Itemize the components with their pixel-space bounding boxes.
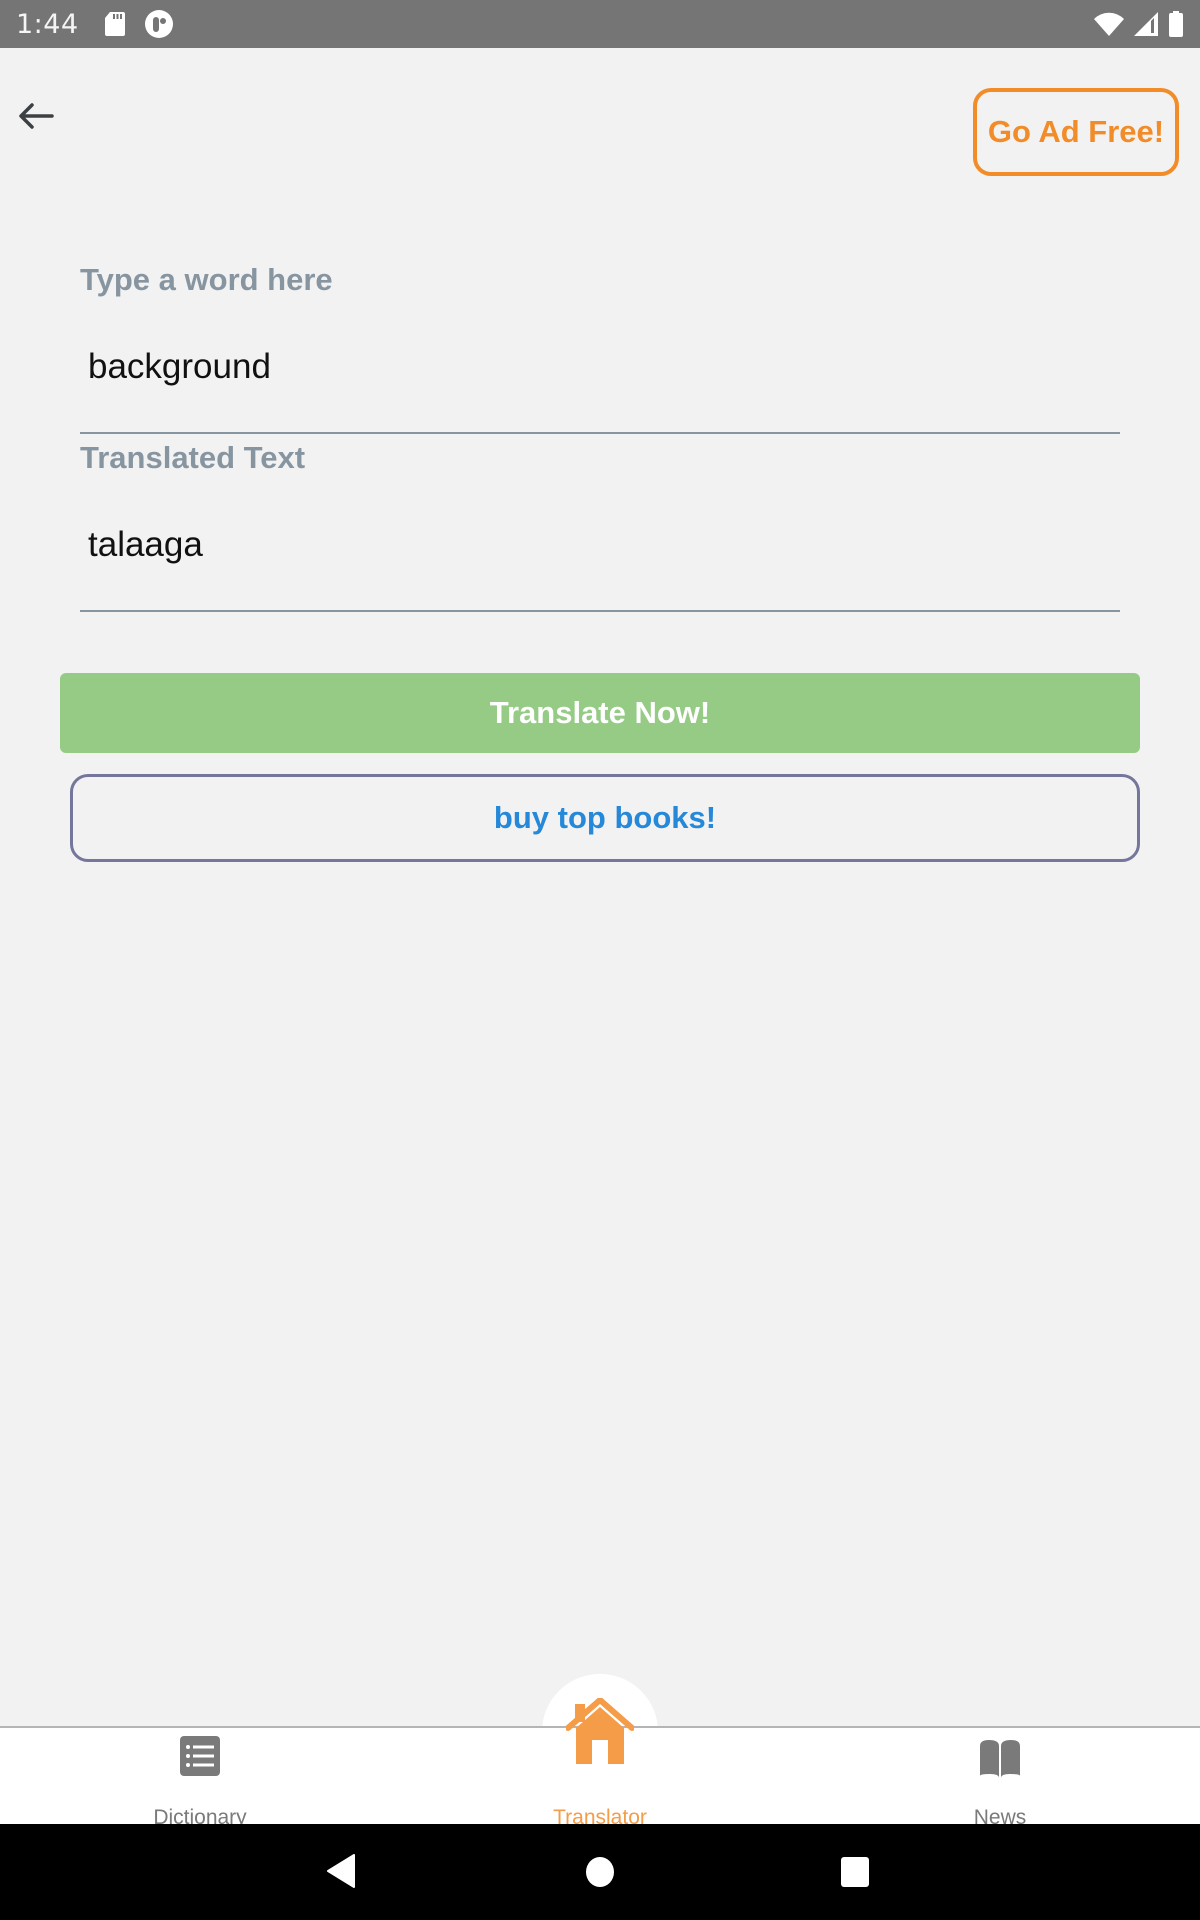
wifi-icon bbox=[1094, 12, 1124, 36]
sd-card-icon bbox=[104, 12, 125, 36]
word-input-underline bbox=[80, 432, 1120, 434]
nav-item-translator[interactable]: Translator bbox=[490, 1697, 710, 1829]
translate-now-button[interactable]: Translate Now! bbox=[60, 673, 1140, 753]
signal-icon bbox=[1134, 12, 1158, 36]
list-icon bbox=[180, 1736, 220, 1781]
back-button[interactable] bbox=[14, 96, 58, 140]
arrow-left-icon bbox=[18, 102, 54, 134]
app-notification-icon bbox=[144, 10, 173, 38]
recents-square-icon[interactable] bbox=[840, 1856, 870, 1893]
translated-text-field[interactable] bbox=[80, 500, 1120, 590]
battery-icon bbox=[1168, 11, 1184, 37]
buy-top-books-button[interactable]: buy top books! bbox=[70, 774, 1140, 862]
book-open-icon bbox=[980, 1740, 1020, 1783]
back-triangle-icon[interactable] bbox=[326, 1854, 356, 1893]
status-right-icons bbox=[1094, 11, 1184, 37]
status-bar: 1:44 bbox=[0, 0, 1200, 48]
home-circle-icon[interactable] bbox=[585, 1856, 615, 1893]
home-icon bbox=[565, 1697, 635, 1769]
nav-item-dictionary[interactable]: Dictionary bbox=[90, 1726, 310, 1829]
status-time: 1:44 bbox=[16, 8, 79, 40]
go-ad-free-button[interactable]: Go Ad Free! bbox=[973, 88, 1179, 176]
system-nav-bar bbox=[0, 1824, 1200, 1920]
translated-text-underline bbox=[80, 610, 1120, 612]
word-input-label: Type a word here bbox=[80, 262, 333, 297]
nav-item-news[interactable]: News bbox=[890, 1726, 1110, 1829]
status-left-icons bbox=[104, 10, 173, 38]
word-input[interactable] bbox=[80, 322, 1120, 412]
translated-text-label: Translated Text bbox=[80, 440, 306, 475]
